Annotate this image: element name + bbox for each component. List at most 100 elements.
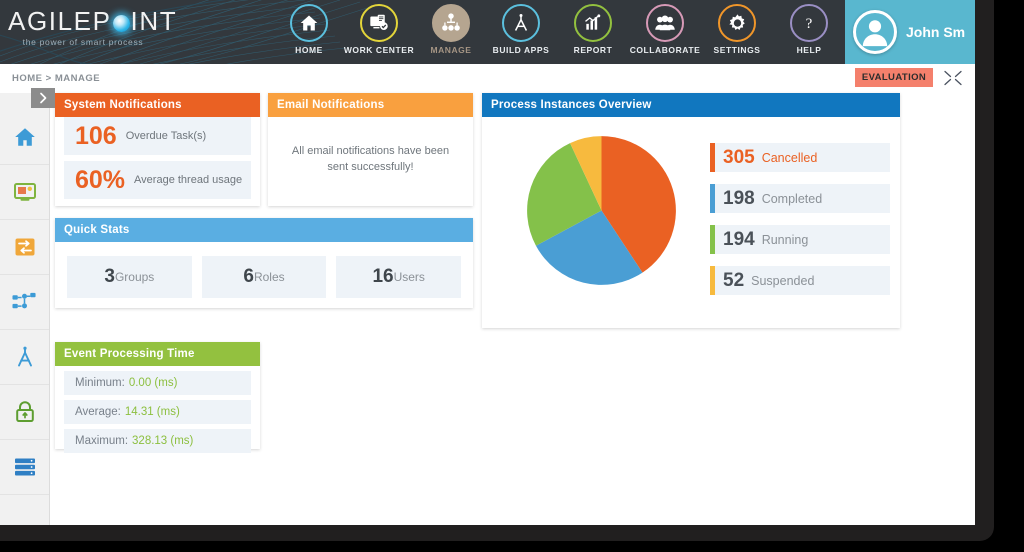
status-badge-evaluation[interactable]: EVALUATION [855,68,933,87]
stat-label-overdue-tasks: Overdue Task(s) [125,130,207,142]
database-icon [14,458,35,476]
panel-title-event-processing-time: Event Processing Time [55,342,260,366]
svg-text:?: ? [806,16,813,32]
panel-email-notifications: Email Notifications All email notificati… [268,93,473,206]
nav-item-settings[interactable]: SETTINGS [698,4,776,62]
pie-chart-svg [527,136,676,285]
buildapps-icon [502,4,540,42]
panel-title-process-instances: Process Instances Overview [482,93,900,117]
quick-stat-groups[interactable]: 3 Groups [67,256,192,298]
stat-overdue-tasks: 106 Overdue Task(s) [64,117,251,155]
legend-row-suspended[interactable]: 52 Suspended [710,266,890,295]
sidebar-item-orgchart[interactable] [0,275,49,330]
process-icon [15,238,34,256]
nav-item-report[interactable]: REPORT [554,4,632,62]
settings-icon [718,4,756,42]
logo-dot-icon [112,15,130,32]
quick-stat-roles[interactable]: 6 Roles [201,256,327,298]
legend-label-running: Running [761,232,809,247]
quick-stat-label-users: Users [393,270,425,284]
logo-text-part2: INT [130,6,178,36]
panel-title-quick-stats: Quick Stats [55,218,473,242]
quick-stat-value-roles: 6 [243,266,254,287]
event-label-average: Average: [75,406,121,418]
lock-icon [15,401,34,422]
breadcrumb-bar: HOME > MANAGE [0,64,975,93]
sidebar-item-database[interactable] [0,440,49,495]
manage-icon [432,4,470,42]
sidebar-item-work-center[interactable] [0,165,49,220]
user-profile-button[interactable]: John Sm [845,0,975,64]
legend-color-running [710,225,715,254]
legend-value-cancelled: 305 [723,146,755,168]
event-label-maximum: Maximum: [75,435,129,447]
legend-row-completed[interactable]: 198 Completed [710,184,890,213]
sidebar-item-home[interactable] [0,110,49,165]
nav-item-work-center[interactable]: WORK CENTER [340,4,418,62]
event-label-minimum: Minimum: [75,377,125,389]
app-screen: AGILEP INT the power of smart process HOM… [0,0,975,525]
sidebar-expand-button[interactable] [31,88,55,108]
nav-item-home[interactable]: HOME [270,4,348,62]
workcenter-icon [360,4,398,42]
pie-chart [524,133,679,293]
device-frame: AGILEP INT the power of smart process HOM… [0,0,1024,552]
legend-value-completed: 198 [723,187,755,209]
left-sidebar [0,93,50,525]
legend-row-running[interactable]: 194 Running [710,225,890,254]
panel-system-notifications: System Notifications 106 Overdue Task(s)… [55,93,260,206]
user-avatar-icon [853,10,897,54]
panel-title-email-notifications: Email Notifications [268,93,473,117]
legend-label-suspended: Suspended [751,273,815,288]
designer-icon [17,346,32,367]
panel-quick-stats: Quick Stats 3 Groups 6 Roles 16 Users [55,218,473,308]
quick-stats-tiles: 3 Groups 6 Roles 16 Users [55,242,473,298]
stat-label-thread-usage: Average thread usage [134,174,243,186]
legend-color-completed [710,184,715,213]
stat-value-overdue-tasks: 106 [75,121,117,150]
collaborate-icon [646,4,684,42]
logo-text-part1: AGILEP [8,6,112,36]
legend-value-suspended: 52 [723,269,745,291]
logo-wordmark: AGILEP INT [8,6,176,36]
report-icon [574,4,612,42]
orgchart-icon [12,292,36,309]
stat-thread-usage: 60% Average thread usage [64,161,251,199]
home-icon [14,128,35,146]
nav-item-collaborate[interactable]: COLLABORATE [626,4,704,62]
event-value-maximum: 328.13 (ms) [132,435,194,447]
legend-color-cancelled [710,143,715,172]
sidebar-item-designer[interactable] [0,330,49,385]
panel-process-instances-overview: Process Instances Overview 305 Cancelled… [482,93,900,328]
stat-value-thread-usage: 60% [75,165,126,194]
nav-item-build-apps[interactable]: BUILD APPS [482,4,560,62]
logo-tagline: the power of smart process [22,37,144,47]
help-icon: ? [790,4,828,42]
quick-stat-users[interactable]: 16 Users [336,256,462,298]
app-logo[interactable]: AGILEP INT the power of smart process [8,6,176,56]
home-icon [290,4,328,42]
sidebar-item-security[interactable] [0,385,49,440]
event-row-minimum: Minimum: 0.00 (ms) [64,371,251,395]
event-value-minimum: 0.00 (ms) [128,377,178,389]
nav-label-report: REPORT [573,45,613,55]
nav-item-help[interactable]: ? HELP [770,4,848,62]
nav-label-home: HOME [295,45,323,55]
collapse-arrows-icon[interactable] [944,70,962,86]
quick-stat-label-roles: Roles [253,270,285,284]
panel-title-system-notifications: System Notifications [55,93,260,117]
event-row-maximum: Maximum: 328.13 (ms) [64,429,251,453]
event-value-average: 14.31 (ms) [124,406,180,418]
pie-chart-legend: 305 Cancelled 198 Completed 194 Running [710,143,890,307]
legend-row-cancelled[interactable]: 305 Cancelled [710,143,890,172]
quick-stat-value-groups: 3 [104,266,115,287]
nav-item-manage[interactable]: MANAGE [412,4,490,62]
dashboard-content: System Notifications 106 Overdue Task(s)… [50,93,975,525]
nav-label-manage: MANAGE [430,45,472,55]
legend-color-suspended [710,266,715,295]
nav-label-help: HELP [796,45,822,55]
breadcrumb[interactable]: HOME > MANAGE [12,73,100,84]
top-navigation-bar: AGILEP INT the power of smart process HOM… [0,0,975,64]
sidebar-item-process[interactable] [0,220,49,275]
panel-event-processing-time: Event Processing Time Minimum: 0.00 (ms)… [55,342,260,453]
